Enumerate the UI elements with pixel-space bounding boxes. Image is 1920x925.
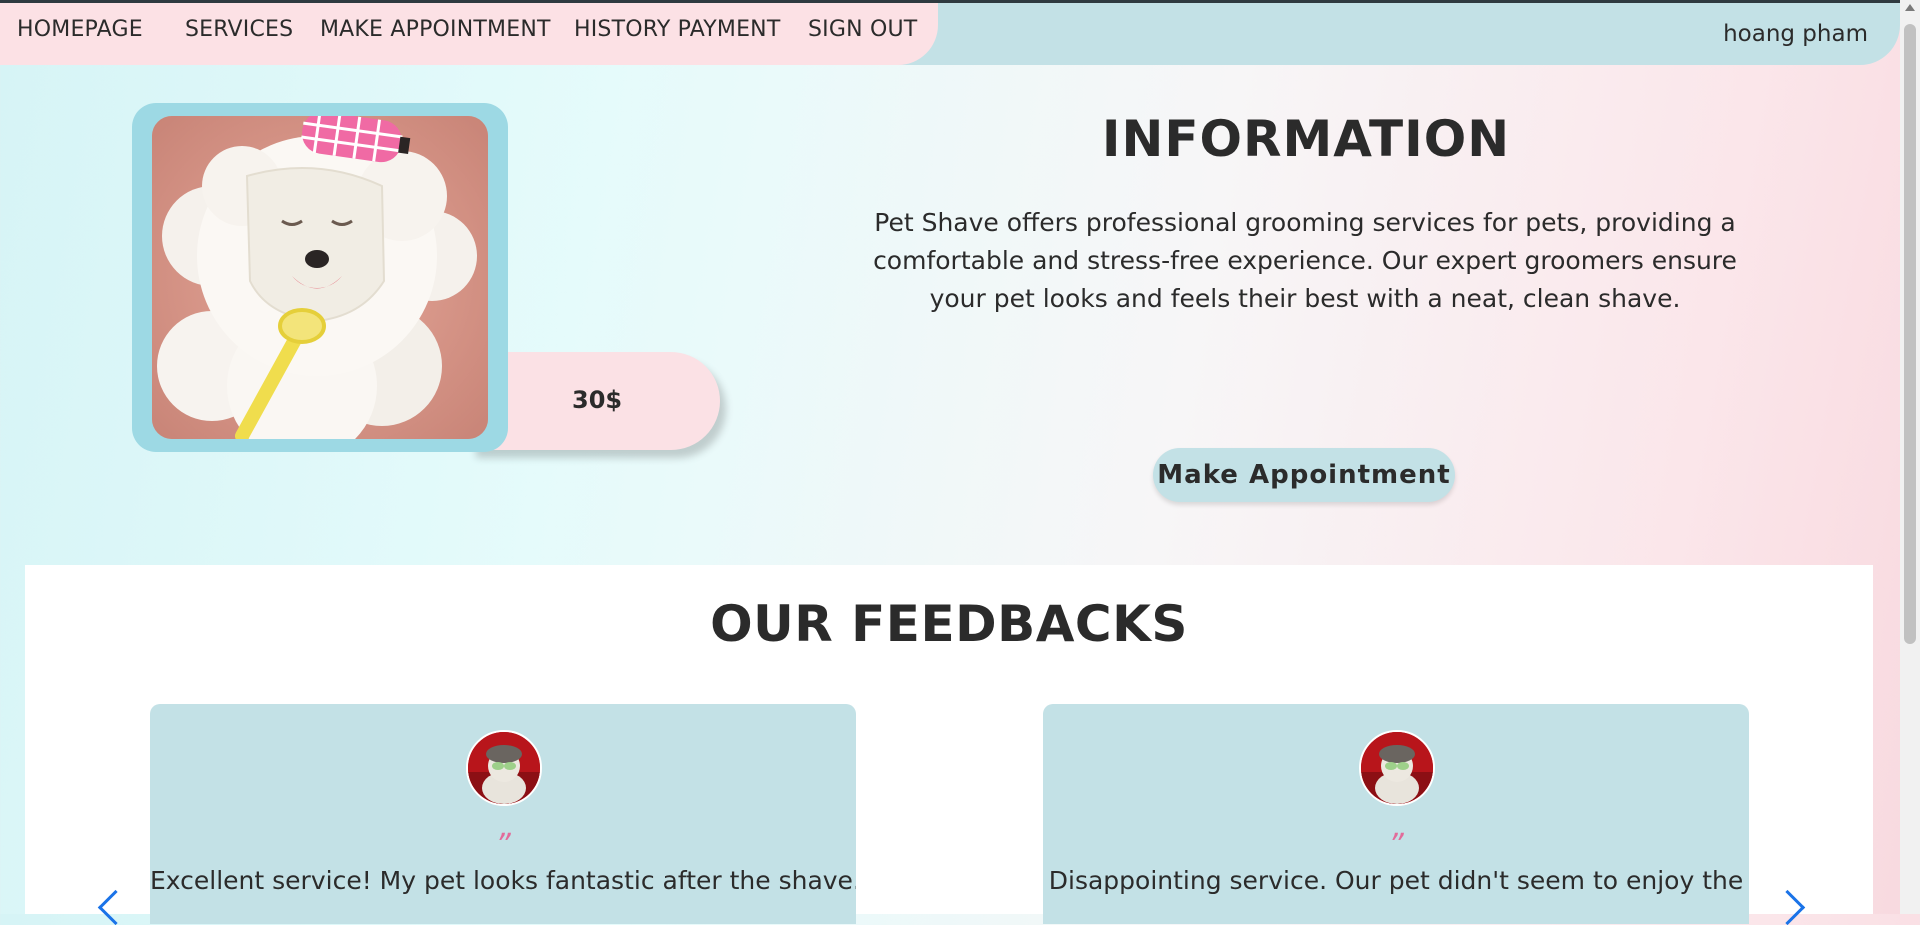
nav-item-history-payment[interactable]: HISTORY PAYMENT	[574, 17, 780, 42]
avatar	[466, 730, 542, 806]
service-price: 30$	[572, 386, 623, 414]
feedback-section: OUR FEEDBACKS ” Excellent service! My pe…	[25, 565, 1873, 924]
nav-item-services[interactable]: SERVICES	[185, 17, 293, 42]
nav-item-homepage[interactable]: HOMEPAGE	[17, 17, 143, 42]
feedback-card: ” Excellent service! My pet looks fantas…	[150, 704, 856, 924]
quote-icon: ”	[495, 828, 511, 863]
feedback-text: Excellent service! My pet looks fantasti…	[150, 866, 856, 895]
service-image-frame	[132, 103, 508, 452]
service-description: Pet Shave offers professional grooming s…	[873, 208, 1737, 313]
information-title: INFORMATION	[1101, 110, 1511, 168]
feedback-text: Disappointing service. Our pet didn't se…	[1048, 866, 1744, 895]
scroll-thumb[interactable]	[1904, 24, 1916, 644]
nav-item-make-appointment[interactable]: MAKE APPOINTMENT	[320, 17, 551, 42]
avatar	[1359, 730, 1435, 806]
top-navigation: HOMEPAGE SERVICES MAKE APPOINTMENT HISTO…	[0, 3, 1900, 65]
dog-photo-icon	[152, 116, 488, 439]
feedback-card: ” Disappointing service. Our pet didn't …	[1043, 704, 1749, 924]
user-name[interactable]: hoang pham	[1723, 21, 1868, 47]
scroll-up-icon[interactable]	[1905, 4, 1915, 11]
feedback-title: OUR FEEDBACKS	[710, 595, 1188, 653]
nav-item-sign-out[interactable]: SIGN OUT	[808, 17, 917, 42]
make-appointment-button[interactable]: Make Appointment	[1153, 448, 1455, 502]
page-scrollbar[interactable]	[1900, 0, 1920, 914]
quote-icon: ”	[1388, 828, 1404, 863]
